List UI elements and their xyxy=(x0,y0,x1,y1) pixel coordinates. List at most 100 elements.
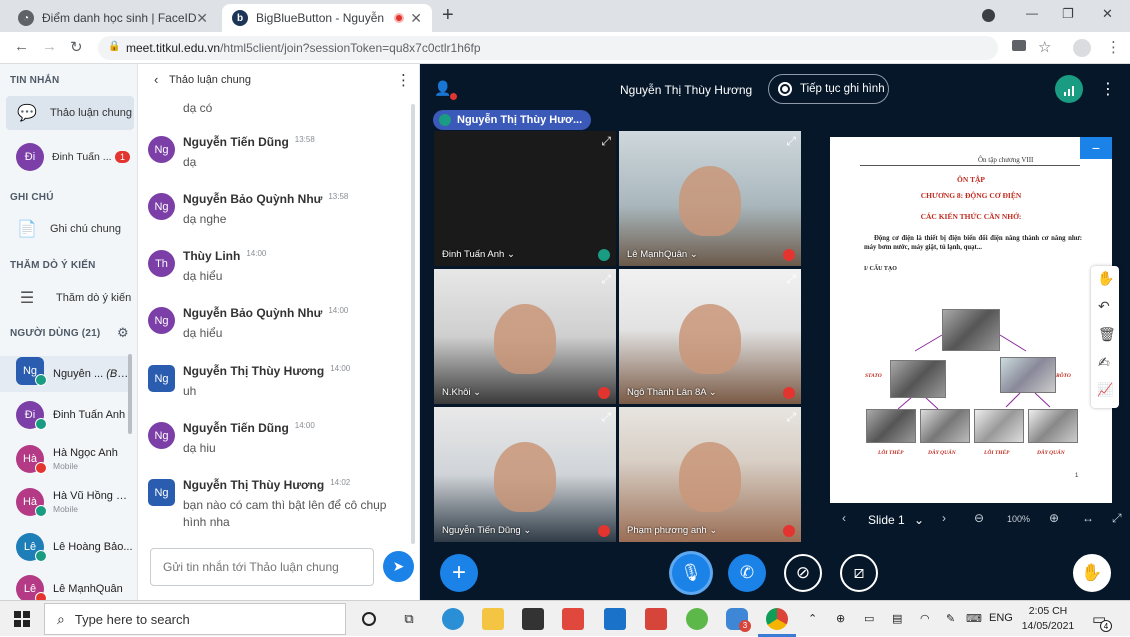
user-list-item[interactable]: Hà Hà Vũ Hồng H... Mobile xyxy=(0,484,133,520)
trash-icon[interactable]: 🗑 xyxy=(1098,326,1116,343)
video-tile[interactable]: ⤢ Lê MạnhQuân ⌄ xyxy=(619,131,801,266)
expand-icon[interactable]: ⤢ xyxy=(786,272,796,287)
user-list-item[interactable]: Đi Đinh Tuấn Anh xyxy=(0,397,128,433)
message-time: 14:00 xyxy=(328,306,349,315)
user-list-item[interactable]: Ng Nguyễn ... (Bạn) xyxy=(0,356,133,392)
message-time: 14:00 xyxy=(246,249,267,258)
tab-bigbluebutton[interactable]: b BigBlueButton - Nguyễn Thị ✕ xyxy=(222,4,432,32)
connection-status-icon[interactable] xyxy=(1055,75,1083,103)
hide-chat-chevron-icon[interactable]: ‹ xyxy=(154,72,158,87)
shared-notes-item[interactable]: 📄 Ghi chú chung xyxy=(6,212,134,246)
video-tile[interactable]: ⤢ Nguyễn Tiến Dũng ⌄ xyxy=(434,407,616,542)
fullscreen-icon[interactable]: ⤢ xyxy=(1112,511,1122,526)
chat-message-list[interactable]: dạ có Ng Nguyễn Tiến Dũng 13:58 dạ Ng Nguyễn … xyxy=(138,96,420,536)
user-list-item[interactable]: Lê Lê Hoàng Bảo... xyxy=(0,529,133,565)
microphone-icon xyxy=(35,374,47,386)
browser-menu-icon[interactable]: ⋮ xyxy=(1106,38,1121,56)
url-field[interactable]: 🔒 meet.titkul.edu.vn/html5client/join?se… xyxy=(98,36,998,60)
chat-message-input[interactable] xyxy=(150,548,374,586)
new-tab-button[interactable]: + xyxy=(442,4,454,27)
slide-selector[interactable]: Slide 1 ⌄ xyxy=(868,513,924,527)
hide-presentation-button[interactable]: − xyxy=(1080,137,1112,159)
account-avatar-icon[interactable] xyxy=(1073,39,1091,57)
expand-icon[interactable]: ⤢ xyxy=(601,410,611,425)
video-user-label[interactable]: Phạm phương anh ⌄ xyxy=(627,525,717,536)
meeting-options-icon[interactable]: ⋮ xyxy=(1100,79,1116,99)
video-tile[interactable]: ⤢ Đinh Tuấn Anh ⌄ xyxy=(434,131,616,266)
chrome-icon[interactable] xyxy=(766,608,788,630)
taskbar-search-box[interactable]: ⌕ Type here to search xyxy=(44,603,346,635)
video-user-label[interactable]: Ngô Thành Lân 8A ⌄ xyxy=(627,387,717,398)
settings-gear-icon[interactable]: ⚙ xyxy=(117,325,129,341)
mute-microphone-button[interactable]: 🎙 xyxy=(672,554,710,592)
chat-scrollbar[interactable] xyxy=(411,104,415,544)
tray-overflow-icon[interactable]: ⌃ xyxy=(808,612,817,625)
chat-options-icon[interactable]: ⋮ xyxy=(396,71,411,89)
back-icon[interactable]: ← xyxy=(14,38,29,55)
tab-faceid[interactable]: ◔ Điểm danh học sinh | FaceID ✕ xyxy=(8,4,218,32)
mail-icon[interactable] xyxy=(604,608,626,630)
tray-app-icon[interactable]: ⊕ xyxy=(836,612,845,625)
network-app-icon[interactable] xyxy=(645,608,667,630)
undo-icon[interactable]: ↶ xyxy=(1098,298,1110,315)
private-chat-item[interactable]: Đi Đinh Tuấn ... 1 xyxy=(6,140,134,174)
video-tile[interactable]: ⤢ Ngô Thành Lân 8A ⌄ xyxy=(619,269,801,404)
video-user-label[interactable]: N.Khôi ⌄ xyxy=(442,387,481,398)
pen-icon[interactable]: ✎ xyxy=(946,612,955,625)
fit-width-icon[interactable]: ↔ xyxy=(1082,511,1094,525)
poll-item[interactable]: ☰ Thăm dò ý kiến xyxy=(6,281,134,315)
next-slide-icon[interactable]: › xyxy=(942,511,946,525)
bookmark-star-icon[interactable]: ☆ xyxy=(1038,38,1051,56)
restore-button[interactable]: ❐ xyxy=(1062,6,1074,22)
public-chat-item[interactable]: 💬 Thảo luận chung xyxy=(6,96,134,130)
share-webcam-button[interactable]: ⊘ xyxy=(784,554,822,592)
close-tab-icon[interactable]: ✕ xyxy=(196,10,208,27)
clock[interactable]: 2:05 CH 14/05/2021 xyxy=(1020,604,1076,634)
multi-user-pen-icon[interactable]: ✍ xyxy=(1098,354,1110,371)
video-user-label[interactable]: Đinh Tuấn Anh ⌄ xyxy=(442,249,515,260)
language-indicator[interactable]: ENG xyxy=(989,612,1013,624)
task-view-icon[interactable]: ⧉ xyxy=(398,608,420,630)
camera-blocked-icon[interactable] xyxy=(1012,40,1026,51)
expand-icon[interactable]: ⤢ xyxy=(786,134,796,149)
hand-tool-icon[interactable]: ✋ xyxy=(1097,270,1114,287)
display-icon[interactable]: ▤ xyxy=(892,612,902,625)
reload-icon[interactable]: ↻ xyxy=(70,38,83,56)
gift-app-icon[interactable] xyxy=(562,608,584,630)
video-tile[interactable]: ⤢ Phạm phương anh ⌄ xyxy=(619,407,801,542)
close-window-button[interactable]: ✕ xyxy=(1102,6,1113,22)
edge-icon[interactable] xyxy=(442,608,464,630)
zoom-in-icon[interactable]: ⊕ xyxy=(1049,511,1059,525)
leave-audio-button[interactable]: ✆ xyxy=(728,554,766,592)
profile-menu-icon[interactable] xyxy=(982,9,995,22)
actions-button[interactable]: + xyxy=(440,554,478,592)
expand-icon[interactable]: ⤢ xyxy=(786,410,796,425)
video-user-label[interactable]: Lê MạnhQuân ⌄ xyxy=(627,249,698,260)
presentation-slide[interactable]: Ôn tập chương VIII ÔN TẬP CHƯƠNG 8: ĐỘNG… xyxy=(830,137,1112,503)
windows-start-icon[interactable] xyxy=(14,611,30,627)
close-tab-icon[interactable]: ✕ xyxy=(410,10,422,27)
raise-hand-button[interactable]: ✋ xyxy=(1073,554,1111,592)
keyboard-icon[interactable]: ⌨ xyxy=(966,612,982,625)
expand-icon[interactable]: ⤢ xyxy=(601,134,611,149)
share-screen-button[interactable]: ⧄ xyxy=(840,554,878,592)
file-explorer-icon[interactable] xyxy=(482,608,504,630)
green-app-icon[interactable] xyxy=(686,608,708,630)
minimize-button[interactable]: — xyxy=(1026,6,1038,20)
battery-icon[interactable]: ▭ xyxy=(864,612,874,625)
muted-mic-icon xyxy=(783,249,795,261)
recording-button[interactable]: Tiếp tục ghi hình xyxy=(768,74,889,104)
send-message-button[interactable]: ➤ xyxy=(383,551,414,582)
user-list-item[interactable]: Hà Hà Ngọc Anh Mobile xyxy=(0,441,128,477)
previous-slide-icon[interactable]: ‹ xyxy=(842,511,846,525)
wifi-icon[interactable]: ◠ xyxy=(920,612,930,625)
chart-icon[interactable]: 📈 xyxy=(1097,382,1113,398)
video-user-label[interactable]: Nguyễn Tiến Dũng ⌄ xyxy=(442,525,531,536)
cortana-icon[interactable] xyxy=(358,608,380,630)
zoom-out-icon[interactable]: ⊖ xyxy=(974,511,984,525)
video-tile[interactable]: ⤢ N.Khôi ⌄ xyxy=(434,269,616,404)
forward-icon[interactable]: → xyxy=(42,38,57,55)
expand-icon[interactable]: ⤢ xyxy=(601,272,611,287)
user-list-scrollbar[interactable] xyxy=(128,354,132,434)
store-icon[interactable] xyxy=(522,608,544,630)
